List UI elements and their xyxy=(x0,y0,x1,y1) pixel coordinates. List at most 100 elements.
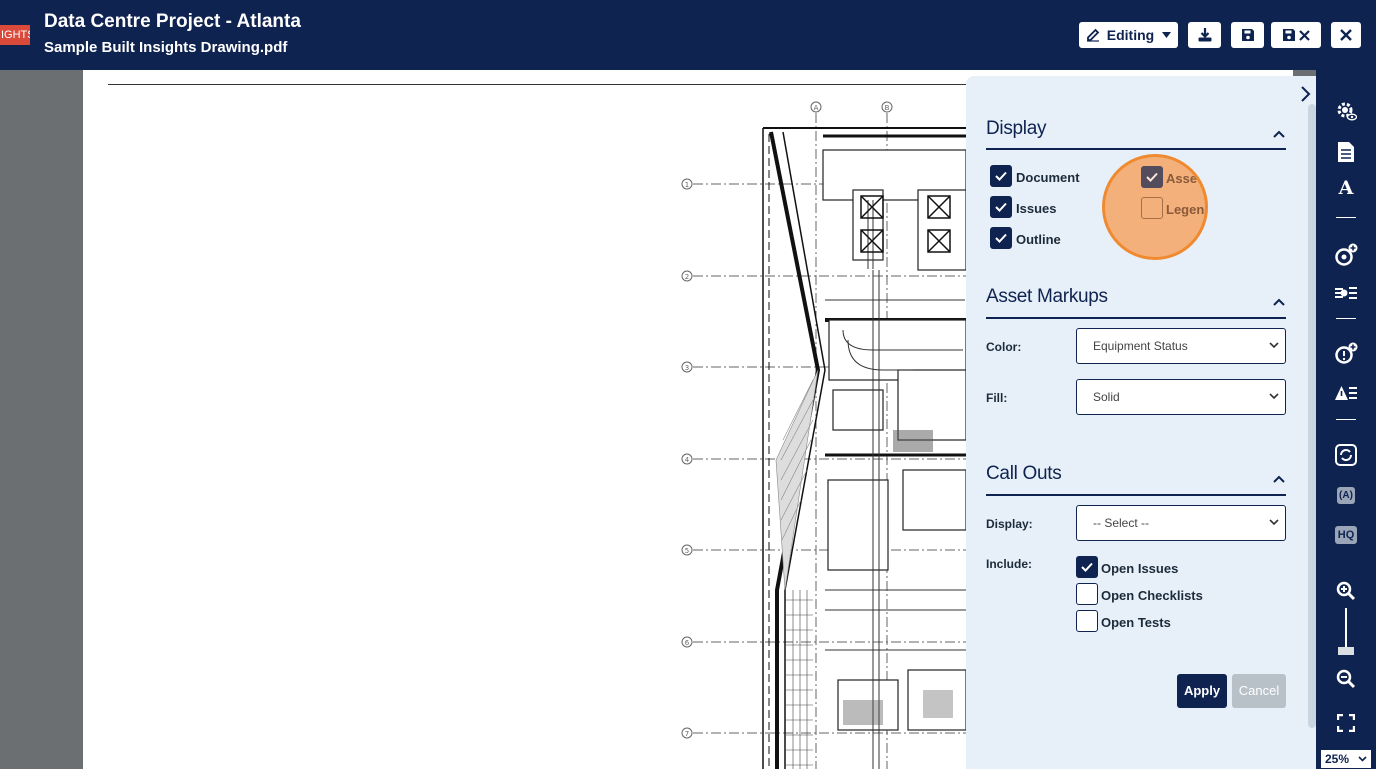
outline-checkbox[interactable] xyxy=(990,227,1012,249)
zoom-slider-track[interactable] xyxy=(1345,608,1347,650)
checkmark-icon xyxy=(995,233,1007,243)
grid-label-7: 7 xyxy=(685,730,689,738)
document-icon xyxy=(1338,142,1354,162)
add-issue-button[interactable] xyxy=(1334,342,1358,366)
display-settings-panel: Display Document Issues Outline Assets L… xyxy=(966,76,1316,769)
zoom-in-button[interactable] xyxy=(1334,579,1358,603)
click-highlight: Assets Legend xyxy=(1102,154,1208,260)
call-outs-section-divider xyxy=(986,494,1286,496)
zoom-slider-thumb[interactable] xyxy=(1338,647,1354,655)
close-icon xyxy=(1340,29,1352,41)
expand-icon xyxy=(1337,714,1355,732)
text-icon: A xyxy=(1338,177,1354,199)
fit-to-screen-button[interactable] xyxy=(1334,711,1358,735)
asset-markups-section-title: Asset Markups xyxy=(986,286,1108,307)
save-icon xyxy=(1241,28,1255,42)
grid-label-a: A xyxy=(814,104,819,112)
document-properties-button[interactable] xyxy=(1334,140,1358,164)
brand-tag[interactable]: IGHTS xyxy=(0,25,30,45)
chevron-down-icon xyxy=(1358,756,1367,762)
chevron-up-icon xyxy=(1273,293,1285,310)
include-field-label: Include: xyxy=(986,557,1033,571)
open-tests-checkbox[interactable] xyxy=(1076,610,1098,632)
save-and-close-button[interactable] xyxy=(1271,22,1321,48)
open-issues-label: Open Issues xyxy=(1101,561,1179,576)
sync-icon xyxy=(1335,444,1357,466)
zoom-in-icon xyxy=(1336,581,1356,601)
grid-label-3: 3 xyxy=(685,364,689,372)
panel-scrollbar[interactable] xyxy=(1308,104,1316,728)
call-outs-section-toggle[interactable] xyxy=(1273,470,1285,488)
grid-label-4: 4 xyxy=(685,456,690,464)
ai-icon: (A) xyxy=(1337,486,1355,504)
issue-list-icon xyxy=(1335,386,1357,400)
issues-checkbox-label: Issues xyxy=(1016,201,1057,216)
ai-button[interactable]: (A) xyxy=(1333,483,1359,507)
document-checkbox[interactable] xyxy=(990,165,1012,187)
asset-list-button[interactable] xyxy=(1334,281,1358,305)
chevron-down-icon xyxy=(1162,32,1172,38)
add-asset-icon xyxy=(1335,243,1358,266)
checkmark-icon xyxy=(995,171,1007,181)
view-settings-button[interactable] xyxy=(1334,99,1358,123)
panel-collapse-button[interactable] xyxy=(1300,86,1311,107)
asset-list-icon xyxy=(1335,287,1357,299)
zoom-level-select[interactable]: 25% xyxy=(1320,749,1372,769)
open-tests-label: Open Tests xyxy=(1101,615,1171,630)
hq-button[interactable]: HQ xyxy=(1333,523,1359,547)
app-header: IGHTS Data Centre Project - Atlanta Samp… xyxy=(0,0,1376,70)
chevron-up-icon xyxy=(1273,470,1285,487)
zoom-out-icon xyxy=(1336,669,1356,689)
color-select-value: Equipment Status xyxy=(1093,339,1188,353)
hq-icon: HQ xyxy=(1334,526,1358,544)
assets-checkbox-label: Assets xyxy=(1166,171,1208,186)
chevron-down-icon xyxy=(1269,342,1279,349)
grid-label-2: 2 xyxy=(685,273,689,281)
grid-label-b: B xyxy=(885,104,890,112)
download-button[interactable] xyxy=(1188,22,1221,48)
fill-select[interactable]: Solid xyxy=(1076,379,1286,415)
zoom-out-button[interactable] xyxy=(1334,667,1358,691)
grid-label-6: 6 xyxy=(685,639,690,647)
asset-markups-section-toggle[interactable] xyxy=(1273,293,1285,311)
color-field-label: Color: xyxy=(986,340,1022,354)
gear-eye-icon xyxy=(1337,102,1357,121)
open-issues-checkbox[interactable] xyxy=(1076,556,1098,578)
checkmark-icon xyxy=(1081,562,1093,572)
chevron-down-icon xyxy=(1269,393,1279,400)
checkmark-icon xyxy=(1146,172,1158,182)
outline-checkbox-label: Outline xyxy=(1016,232,1061,247)
chevron-up-icon xyxy=(1273,125,1285,142)
callout-display-select[interactable]: -- Select -- xyxy=(1076,505,1286,541)
save-button[interactable] xyxy=(1231,22,1264,48)
cancel-button[interactable]: Cancel xyxy=(1232,674,1286,708)
edit-icon xyxy=(1086,28,1100,42)
chevron-down-icon xyxy=(1269,519,1279,526)
assets-checkbox[interactable] xyxy=(1141,166,1163,188)
display-section-toggle[interactable] xyxy=(1273,125,1285,143)
issues-checkbox[interactable] xyxy=(990,196,1012,218)
toolbar-separator xyxy=(1336,419,1356,420)
document-name: Sample Built Insights Drawing.pdf xyxy=(44,39,288,56)
color-select[interactable]: Equipment Status xyxy=(1076,328,1286,364)
issue-list-button[interactable] xyxy=(1334,381,1358,405)
fill-select-value: Solid xyxy=(1093,390,1120,404)
text-tool-button[interactable]: A xyxy=(1334,176,1358,200)
chevron-right-icon xyxy=(1300,86,1311,106)
legend-checkbox[interactable] xyxy=(1141,197,1163,219)
add-asset-button[interactable] xyxy=(1334,243,1358,267)
display-field-label: Display: xyxy=(986,517,1033,531)
display-section-divider xyxy=(986,148,1286,150)
callout-display-value: -- Select -- xyxy=(1093,516,1150,530)
asset-markups-section-divider xyxy=(986,317,1286,319)
sync-button[interactable] xyxy=(1334,443,1358,467)
right-toolbar: A (A) HQ 25% xyxy=(1316,70,1376,769)
editing-mode-button[interactable]: Editing xyxy=(1079,22,1178,48)
toolbar-separator xyxy=(1336,318,1356,319)
grid-label-5: 5 xyxy=(685,547,689,555)
toolbar-separator xyxy=(1336,217,1356,218)
project-title: Data Centre Project - Atlanta xyxy=(44,11,301,32)
close-button[interactable] xyxy=(1331,22,1361,48)
open-checklists-checkbox[interactable] xyxy=(1076,583,1098,605)
apply-button[interactable]: Apply xyxy=(1177,674,1227,708)
